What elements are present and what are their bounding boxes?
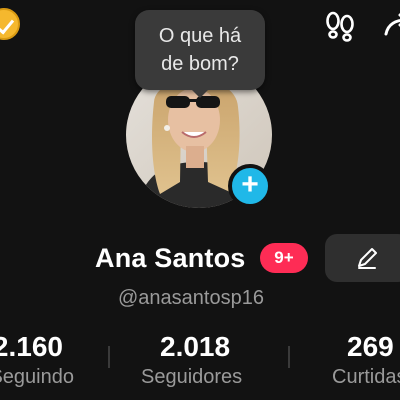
bubble-tail	[190, 88, 210, 98]
coin-check-icon[interactable]	[0, 8, 20, 40]
stat-followers-label[interactable]: Seguidores	[141, 366, 242, 389]
stat-likes-label[interactable]: Curtidas	[332, 366, 400, 389]
stat-likes-count[interactable]: 269	[347, 331, 394, 363]
status-bubble-text: O que há de bom?	[158, 25, 242, 75]
profile-name: Ana Santos	[95, 243, 246, 273]
notification-badge[interactable]: 9+	[260, 243, 308, 273]
stat-divider	[288, 346, 290, 368]
add-story-button[interactable]: +	[228, 164, 272, 208]
profile-handle: @anasantosp16	[118, 287, 264, 309]
footprints-icon[interactable]	[322, 8, 358, 44]
stat-followers-count[interactable]: 2.018	[160, 331, 230, 363]
stat-divider	[108, 346, 110, 368]
stat-following-count[interactable]: 2.160	[0, 331, 63, 363]
stat-following-label[interactable]: Seguindo	[0, 366, 74, 389]
share-icon[interactable]	[380, 12, 400, 42]
plus-icon: +	[241, 168, 259, 201]
pencil-icon	[358, 248, 377, 269]
